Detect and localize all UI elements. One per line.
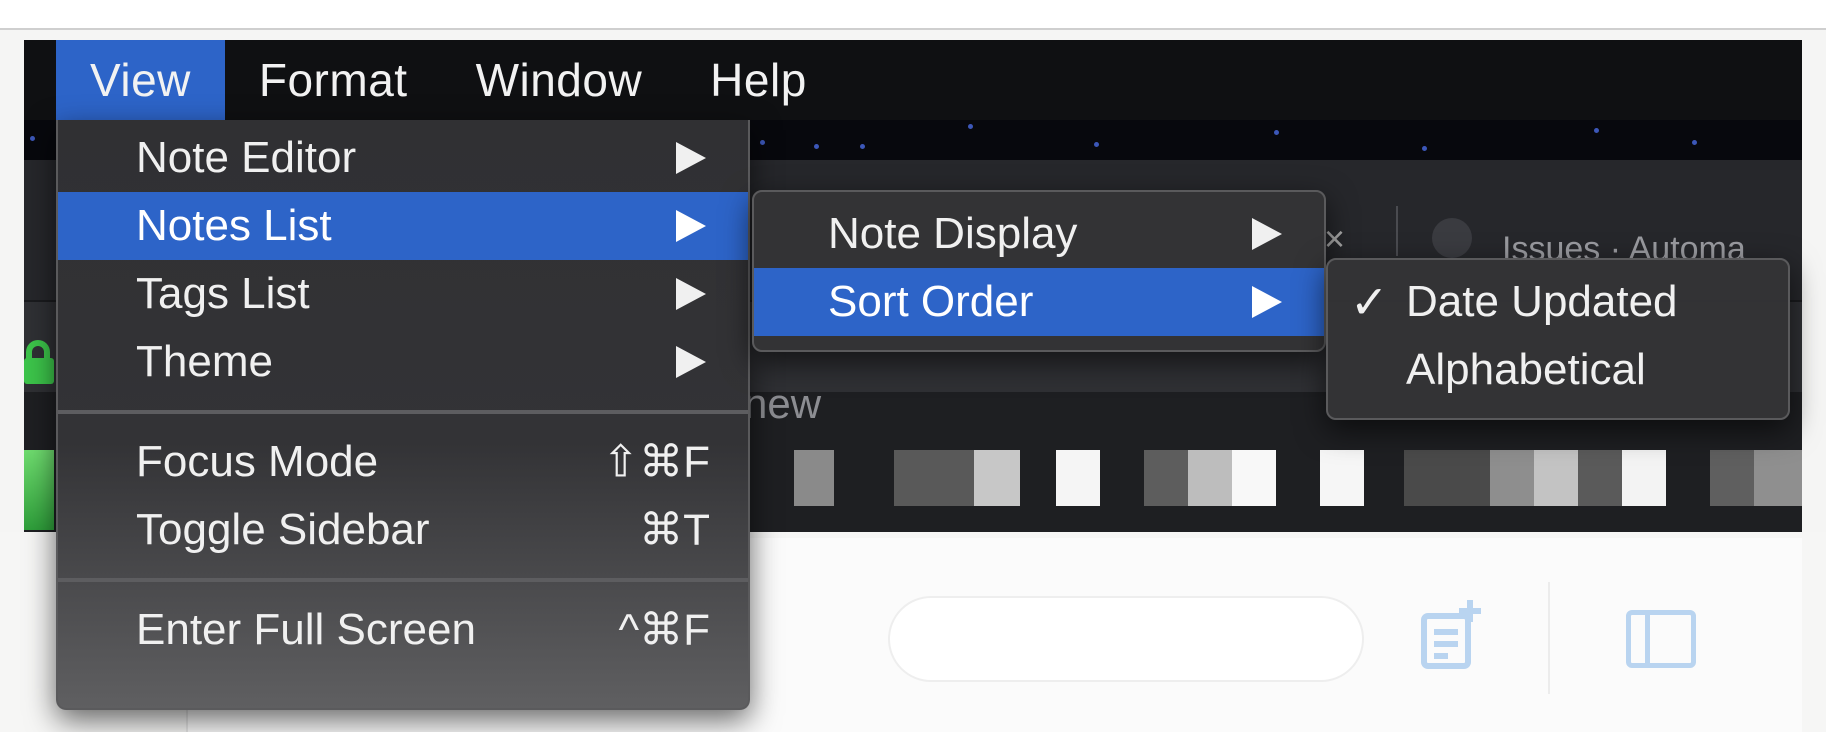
menu-item-label: Date Updated xyxy=(1406,277,1678,326)
github-favicon-icon xyxy=(1432,218,1472,258)
toolbar-divider xyxy=(1548,582,1550,694)
wallpaper-star xyxy=(860,144,865,149)
tab-separator xyxy=(1396,206,1398,256)
pixel-block xyxy=(1490,450,1534,506)
wallpaper-star xyxy=(30,136,35,141)
pixel-block xyxy=(894,450,974,506)
view-menu: Note Editor Notes List Tags List Theme F… xyxy=(56,120,750,710)
menu-item-notes-list[interactable]: Notes List xyxy=(58,192,748,260)
toolbar-new-label: new xyxy=(744,380,822,427)
pixel-block xyxy=(1622,450,1666,506)
pixel-block xyxy=(1232,450,1276,506)
menu-divider xyxy=(58,578,748,582)
pixel-block xyxy=(1188,450,1232,506)
pixel-block xyxy=(1534,450,1578,506)
menu-help[interactable]: Help xyxy=(676,40,841,120)
submenu-arrow-icon xyxy=(676,278,706,310)
menu-item-label: Toggle Sidebar xyxy=(136,505,430,554)
pixel-block xyxy=(974,450,1020,506)
pixel-block xyxy=(1320,450,1364,506)
lock-body xyxy=(24,358,54,384)
menu-item-label: Enter Full Screen xyxy=(136,605,476,654)
menu-item-date-updated[interactable]: ✓ Date Updated xyxy=(1328,268,1788,336)
pixel-block xyxy=(1144,450,1188,506)
menu-divider xyxy=(58,410,748,414)
close-tab-icon[interactable]: × xyxy=(1324,218,1345,260)
wallpaper-star xyxy=(814,144,819,149)
wallpaper-star xyxy=(1692,140,1697,145)
pixel-block xyxy=(1056,450,1100,506)
wallpaper-star xyxy=(1274,130,1279,135)
pixel-block xyxy=(1754,450,1802,506)
submenu-arrow-icon xyxy=(1252,218,1282,250)
pixel-block xyxy=(1578,450,1622,506)
wallpaper-star xyxy=(1422,146,1427,151)
menu-window[interactable]: Window xyxy=(442,40,677,120)
thumbnail-image xyxy=(24,450,54,530)
menu-item-note-display[interactable]: Note Display xyxy=(754,200,1324,268)
menu-item-label: Theme xyxy=(136,337,273,386)
pixel-block xyxy=(794,450,834,506)
sort-order-submenu: ✓ Date Updated Alphabetical xyxy=(1326,258,1790,420)
menu-item-label: Note Editor xyxy=(136,133,357,182)
keyboard-shortcut: ^⌘F xyxy=(618,605,710,655)
menu-item-note-editor[interactable]: Note Editor xyxy=(58,124,748,192)
page-top-edge xyxy=(0,0,1826,30)
submenu-arrow-icon xyxy=(676,142,706,174)
search-input[interactable] xyxy=(888,596,1364,682)
submenu-arrow-icon xyxy=(676,346,706,378)
pixel-block xyxy=(1710,450,1754,506)
menu-item-label: Note Display xyxy=(828,209,1078,258)
keyboard-shortcut: ⇧⌘F xyxy=(602,437,710,487)
submenu-arrow-icon xyxy=(676,210,706,242)
menu-item-focus-mode[interactable]: Focus Mode ⇧⌘F xyxy=(58,428,748,496)
pixel-block xyxy=(1404,450,1490,506)
menu-item-theme[interactable]: Theme xyxy=(58,328,748,396)
wallpaper-star xyxy=(968,124,973,129)
checkmark-icon: ✓ xyxy=(1350,276,1389,328)
menu-item-label: Notes List xyxy=(136,201,332,250)
menu-item-label: Alphabetical xyxy=(1406,345,1646,394)
menu-item-enter-full-screen[interactable]: Enter Full Screen ^⌘F xyxy=(58,596,748,664)
menu-item-label: Sort Order xyxy=(828,277,1034,326)
menu-item-toggle-sidebar[interactable]: Toggle Sidebar ⌘T xyxy=(58,496,748,564)
menu-item-label: Focus Mode xyxy=(136,437,379,486)
wallpaper-star xyxy=(760,140,765,145)
keyboard-shortcut: ⌘T xyxy=(639,505,710,555)
toggle-sidebar-icon[interactable] xyxy=(1626,610,1696,668)
menu-bar: View Format Window Help xyxy=(24,40,1802,120)
menu-view[interactable]: View xyxy=(56,40,225,120)
new-note-icon[interactable] xyxy=(1420,600,1484,670)
submenu-arrow-icon xyxy=(1252,286,1282,318)
wallpaper-star xyxy=(1594,128,1599,133)
notes-list-submenu: Note Display Sort Order xyxy=(752,190,1326,352)
menu-format[interactable]: Format xyxy=(225,40,442,120)
wallpaper-star xyxy=(1094,142,1099,147)
menu-item-alphabetical[interactable]: Alphabetical xyxy=(1328,336,1788,404)
lock-icon xyxy=(24,340,54,384)
menu-item-sort-order[interactable]: Sort Order xyxy=(754,268,1324,336)
menu-item-tags-list[interactable]: Tags List xyxy=(58,260,748,328)
menu-item-label: Tags List xyxy=(136,269,310,318)
